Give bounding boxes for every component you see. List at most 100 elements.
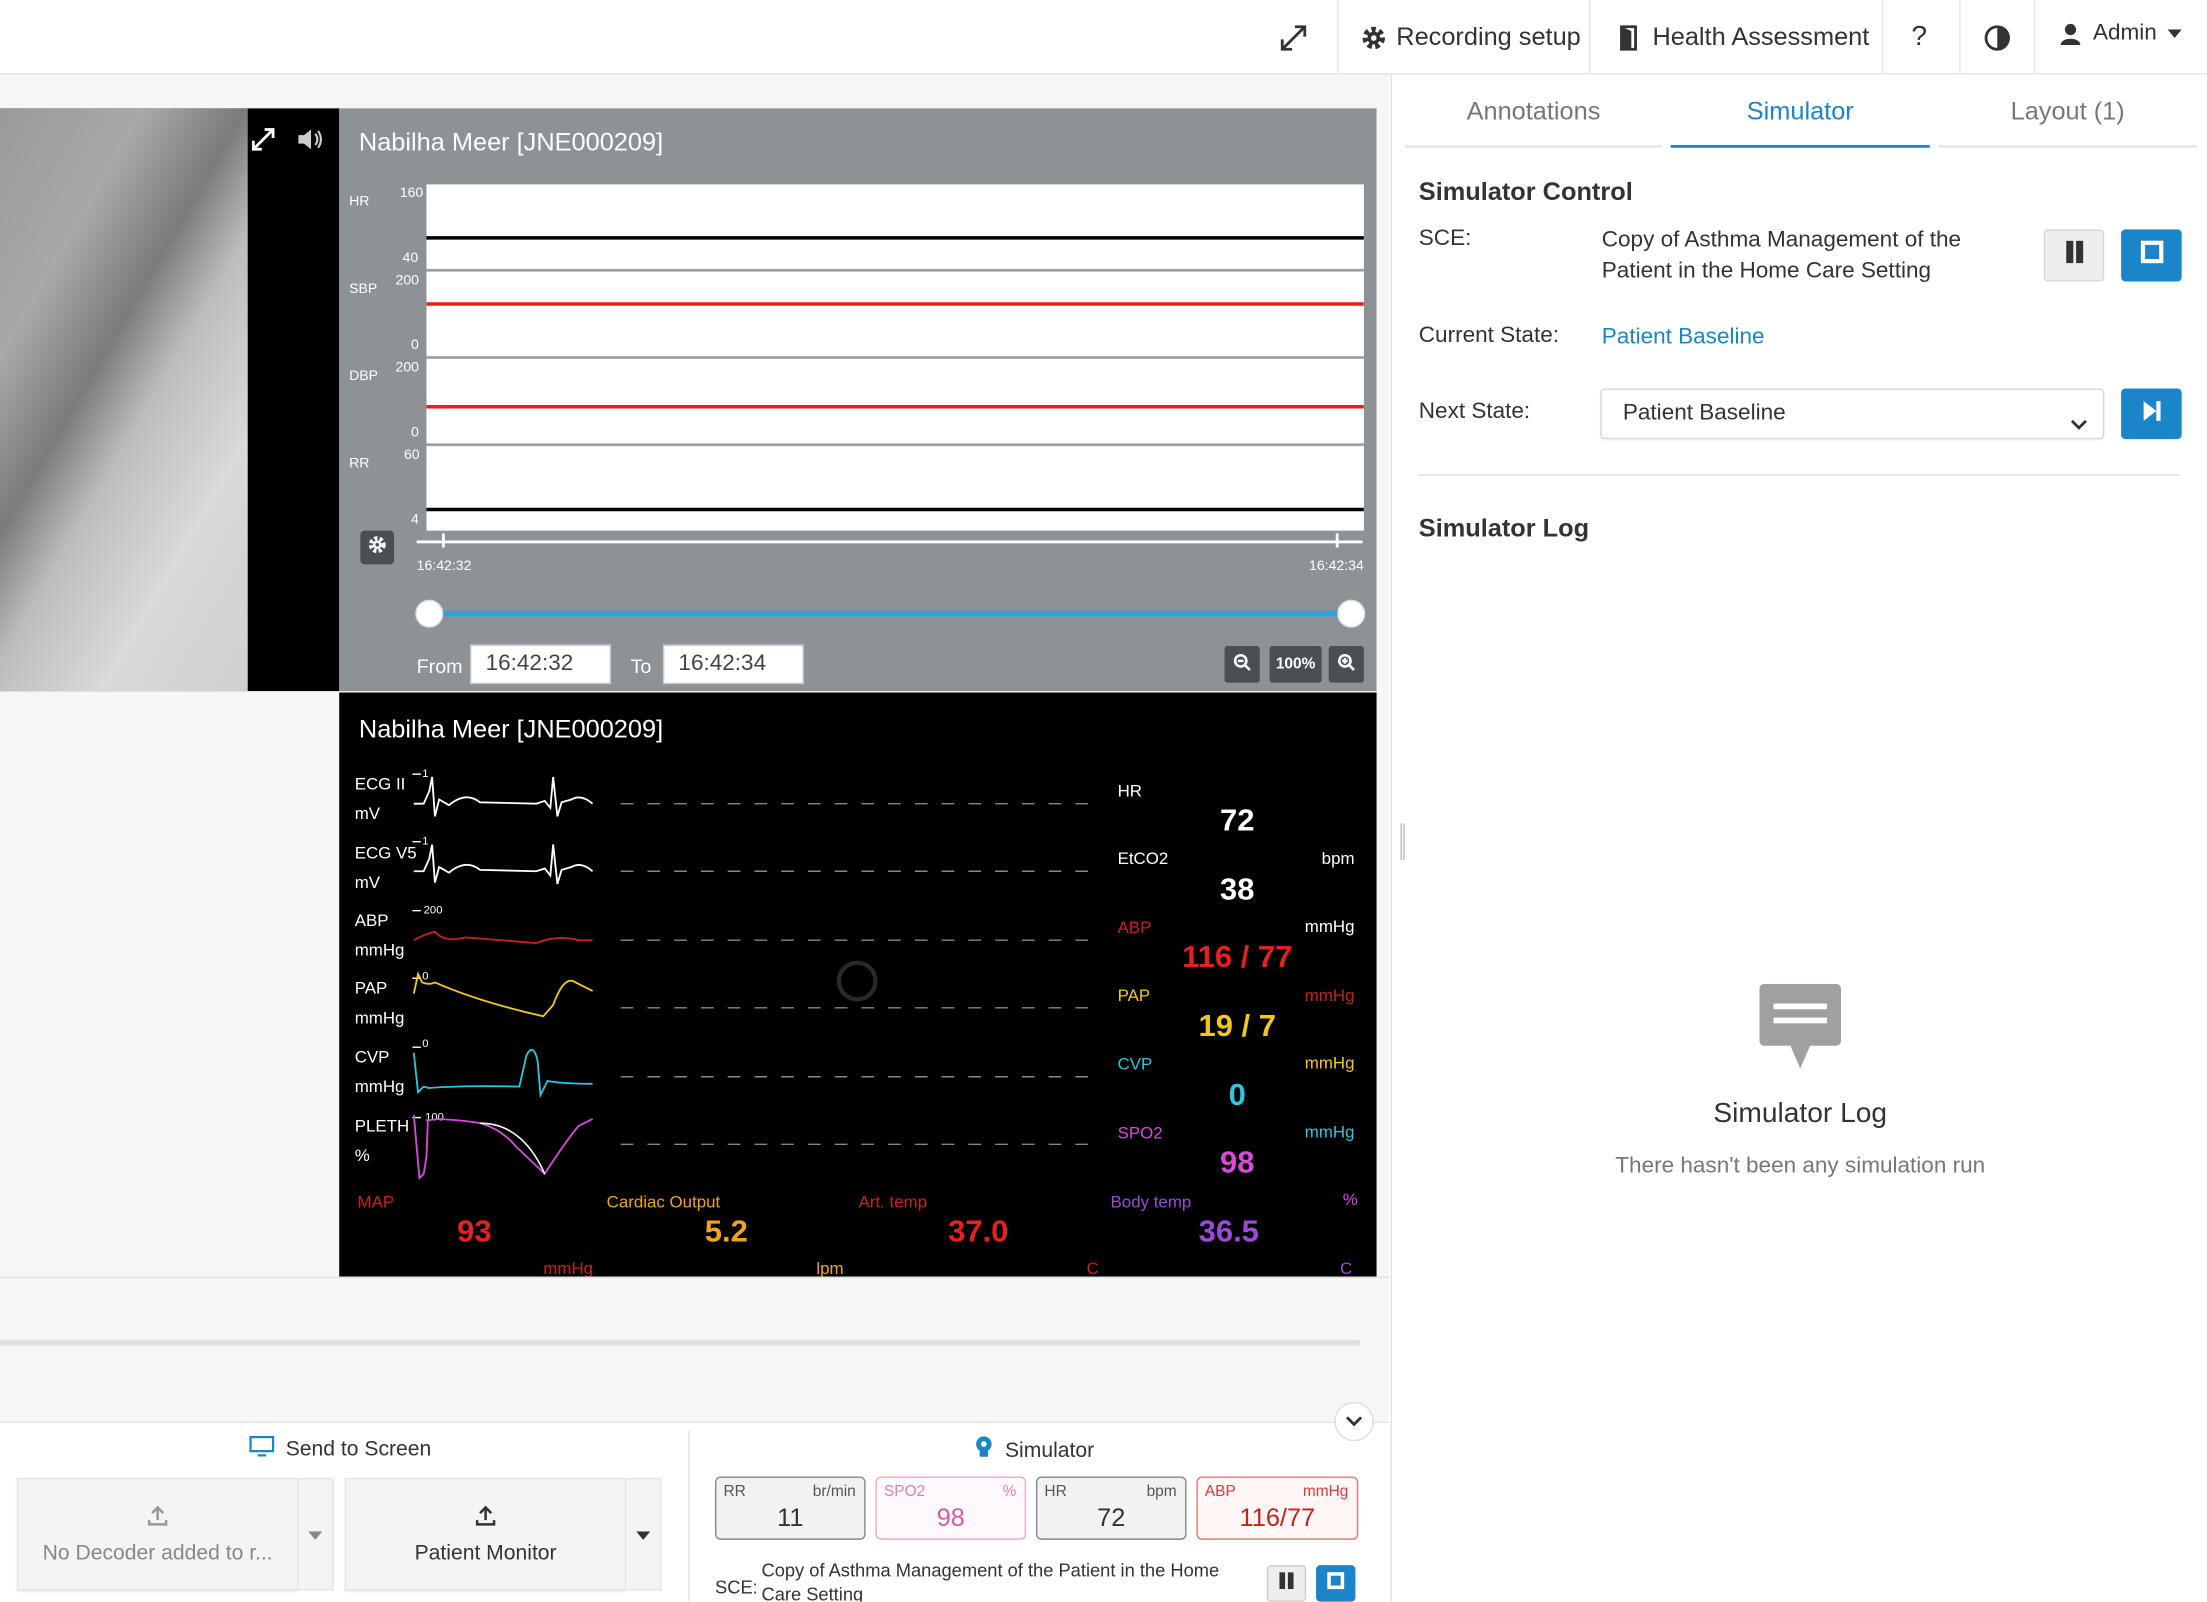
stop-icon [2139,239,2164,271]
timeline-scrollbar[interactable] [0,1339,1360,1346]
next-state-label: Next State: [1418,399,1531,424]
vital-tile-abp[interactable]: ABP mmHg 116/77 [1196,1476,1359,1540]
abp-label: ABP [1117,917,1152,938]
tab-underline-active [1670,144,1930,148]
video-fullscreen-icon[interactable] [251,127,276,159]
tab-annotations[interactable]: Annotations [1405,77,1663,145]
fullscreen-icon[interactable] [1278,0,1317,75]
zoom-level[interactable]: 100% [1269,646,1322,683]
time-start-label: 16:42:32 [416,558,472,575]
time-range-slider[interactable] [426,610,1350,617]
trend-scale-min: 0 [410,337,419,354]
empty-log-title: Simulator Log [1713,1097,1888,1129]
recording-setup-button[interactable]: Recording setup [1360,0,1581,75]
caret-down-icon [308,1522,323,1547]
spo2-value: 98 [1219,1144,1255,1180]
section-divider [1418,474,2181,476]
user-icon [2059,22,2082,45]
pleth-wave-overlay [479,1122,546,1175]
simulator-control-title: Simulator Control [1418,177,1633,206]
contrast-toggle-icon[interactable] [1983,0,2011,75]
pause-button[interactable] [2043,229,2105,282]
range-start-handle[interactable] [415,599,444,628]
abp-wave [413,930,593,944]
time-axis [416,540,1363,544]
tab-underline [1404,144,1663,148]
to-time-input[interactable]: 16:42:34 [662,644,804,685]
decoder-dropdown-toggle[interactable] [296,1477,334,1591]
no-decoder-button[interactable]: No Decoder added to r... [16,1477,299,1591]
chat-bubble-icon [1759,983,1842,1078]
next-state-select[interactable]: Patient Baseline [1600,388,2105,440]
send-to-screen-title: Send to Screen [249,1435,431,1463]
simulator-dock-title: Simulator [974,1436,1094,1464]
health-assessment-button[interactable]: Health Assessment [1619,0,1869,75]
loading-spinner [836,960,878,1002]
video-frame [0,108,248,692]
dock-stop-button[interactable] [1316,1565,1356,1602]
current-state-value: Patient Baseline [1601,325,1765,350]
zoom-in-button[interactable] [1328,646,1364,683]
user-menu[interactable]: Admin [2059,0,2183,70]
etco2-value: 38 [1219,871,1255,907]
gear-icon [1360,23,1388,51]
vital-tile-spo2[interactable]: SPO2 % 98 [875,1476,1027,1540]
trend-plot[interactable] [426,184,1364,531]
mmhg-unit: mmHg [1304,916,1355,937]
cardiac-output-unit: lpm [816,1258,844,1277]
hr-value: 72 [1219,802,1255,838]
volume-icon[interactable] [297,127,325,159]
advance-state-button[interactable] [2121,388,2182,440]
zoom-out-icon [1233,653,1251,676]
vital-tile-rr[interactable]: RR br/min 11 [715,1476,866,1540]
art-temp-value: 37.0 [948,1213,1009,1249]
cvp-wave [412,1048,593,1099]
pap-label: PAP [1117,985,1151,1005]
map-unit: mmHg [543,1258,594,1277]
pause-icon [1278,1571,1295,1596]
gear-icon [367,534,387,561]
cardiac-output-label: Cardiac Output [606,1192,721,1212]
next-state-value: Patient Baseline [1622,401,1786,426]
trend-scale-max: 160 [399,185,424,202]
zoom-out-button[interactable] [1224,646,1260,683]
range-end-handle[interactable] [1337,599,1366,628]
trend-channel-label: RR [349,456,370,472]
collapse-dock-button[interactable] [1334,1401,1374,1442]
stop-button[interactable] [2121,229,2182,282]
user-name: Admin [2092,20,2157,45]
from-time-input[interactable]: 16:42:32 [470,644,611,685]
video-panel[interactable] [0,108,340,692]
upload-icon [474,1504,497,1532]
trend-settings-button[interactable] [360,530,395,565]
trend-scale-min: 40 [402,250,419,267]
to-label: To [630,654,652,678]
right-panel [1390,74,2207,1602]
ecg-ii-wave [413,776,594,817]
tab-layout[interactable]: Layout (1) [1938,77,2197,145]
trend-scale-min: 0 [410,425,419,441]
tab-simulator[interactable]: Simulator [1671,77,1930,145]
trend-patient-title: Nabilha Meer [JNE000209] [358,128,664,157]
book-icon [1619,23,1642,51]
sce-label: SCE: [1418,226,1472,251]
patient-monitor-button[interactable]: Patient Monitor [344,1477,627,1591]
simulator-head-icon [974,1436,994,1464]
pap-unit: mmHg [1304,985,1355,1005]
dock-pause-button[interactable] [1266,1565,1307,1602]
patient-monitor-dropdown-toggle[interactable] [624,1477,662,1591]
art-temp-unit: C [1086,1258,1099,1277]
help-button[interactable]: ? [1911,0,1927,75]
dock-sce-label: SCE: [715,1576,758,1598]
chevron-down-icon [1346,1409,1363,1434]
panel-resize-handle[interactable] [1400,823,1405,861]
caret-down-icon [2168,28,2183,38]
chevron-down-icon [2069,404,2089,452]
vital-tile-hr[interactable]: HR bpm 72 [1035,1476,1187,1540]
empty-log-message: There hasn't been any simulation run [1615,1154,1986,1179]
spo2-unit: mmHg [1304,1121,1355,1142]
trend-scale-max: 200 [395,273,420,289]
time-tick [1335,533,1339,548]
map-value: 93 [457,1213,492,1249]
time-tick [441,533,445,548]
